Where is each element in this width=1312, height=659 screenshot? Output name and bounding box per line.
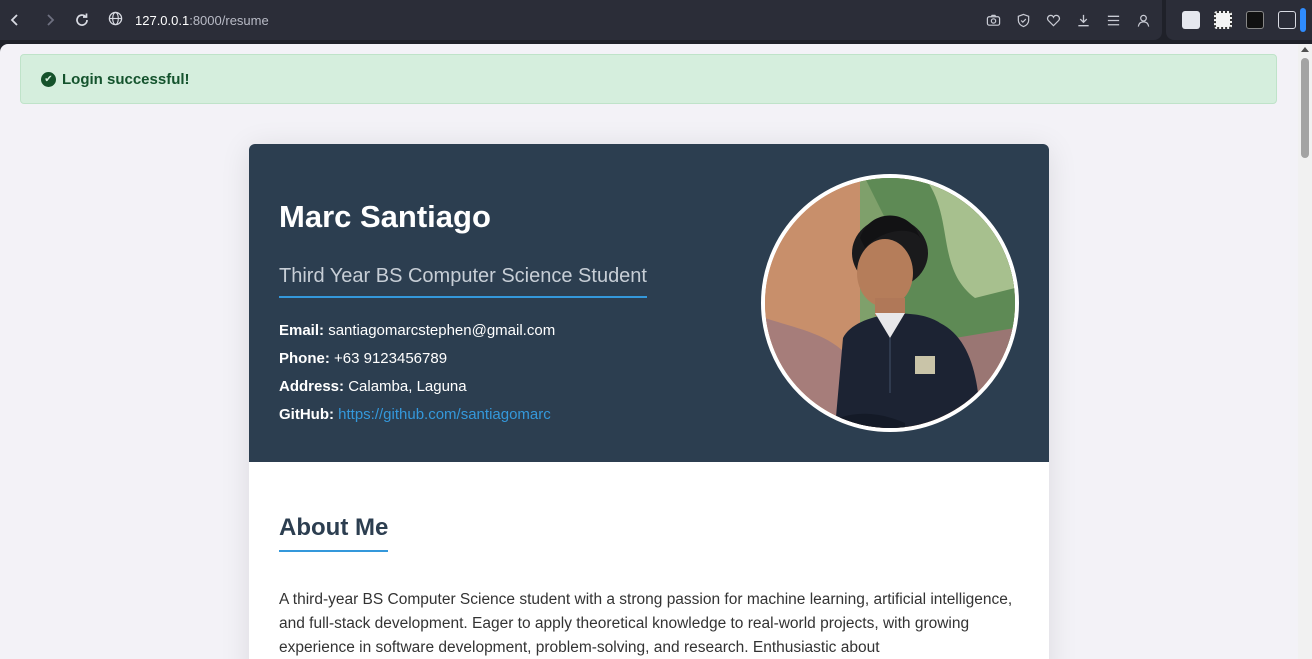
about-me-heading: About Me (279, 514, 389, 552)
globe-icon (108, 11, 123, 29)
resume-card: Marc Santiago Third Year BS Computer Sci… (249, 144, 1049, 659)
address-label: Address: (279, 378, 345, 395)
alert-message: Login successful! (62, 70, 190, 88)
download-icon[interactable] (1074, 10, 1092, 30)
browser-chrome: 127.0.0.1:8000/resume (0, 0, 1312, 40)
resume-title: Third Year BS Computer Science Student (279, 265, 647, 298)
shield-icon[interactable] (1014, 10, 1032, 30)
forward-icon[interactable] (38, 8, 62, 32)
address-bar[interactable]: 127.0.0.1:8000/resume (108, 10, 269, 30)
about-me-text: A third-year BS Computer Science student… (279, 591, 1013, 656)
back-icon[interactable] (3, 8, 27, 32)
reload-icon[interactable] (70, 8, 94, 32)
resume-name: Marc Santiago (279, 199, 491, 234)
page-viewport: ✔ Login successful! Marc Santiago Third … (0, 44, 1298, 659)
browser-toolbar: 127.0.0.1:8000/resume (0, 0, 1162, 40)
extension-icon[interactable] (1246, 11, 1264, 29)
login-success-alert: ✔ Login successful! (20, 54, 1277, 104)
scroll-up-arrow-icon[interactable] (1301, 47, 1309, 52)
phone-label: Phone: (279, 350, 330, 367)
github-link[interactable]: https://github.com/santiagomarc (338, 406, 551, 423)
page-scrollbar[interactable] (1298, 44, 1312, 659)
scrollbar-thumb[interactable] (1301, 58, 1309, 158)
address-value: Calamba, Laguna (348, 378, 467, 395)
contact-info: Email: santiagomarcstephen@gmail.com Pho… (279, 322, 555, 434)
sidebar-toggle[interactable] (1300, 8, 1306, 32)
email-value: santiagomarcstephen@gmail.com (328, 322, 556, 339)
extensions-bar (1166, 0, 1312, 40)
menu-icon[interactable] (1104, 10, 1122, 30)
profile-photo (761, 174, 1019, 432)
check-circle-icon: ✔ (41, 71, 56, 87)
heart-icon[interactable] (1044, 10, 1062, 30)
cube-extension-icon[interactable] (1278, 11, 1296, 29)
github-label: GitHub: (279, 406, 334, 423)
resume-header: Marc Santiago Third Year BS Computer Sci… (249, 144, 1049, 462)
camera-icon[interactable] (984, 10, 1002, 30)
qr-extension-icon[interactable] (1214, 11, 1232, 29)
extension-icon[interactable] (1182, 11, 1200, 29)
url-host: 127.0.0.1 (135, 12, 190, 28)
url-path: :8000/resume (189, 12, 269, 28)
email-label: Email: (279, 322, 325, 339)
phone-value: +63 9123456789 (334, 350, 448, 367)
profile-icon[interactable] (1134, 10, 1152, 30)
